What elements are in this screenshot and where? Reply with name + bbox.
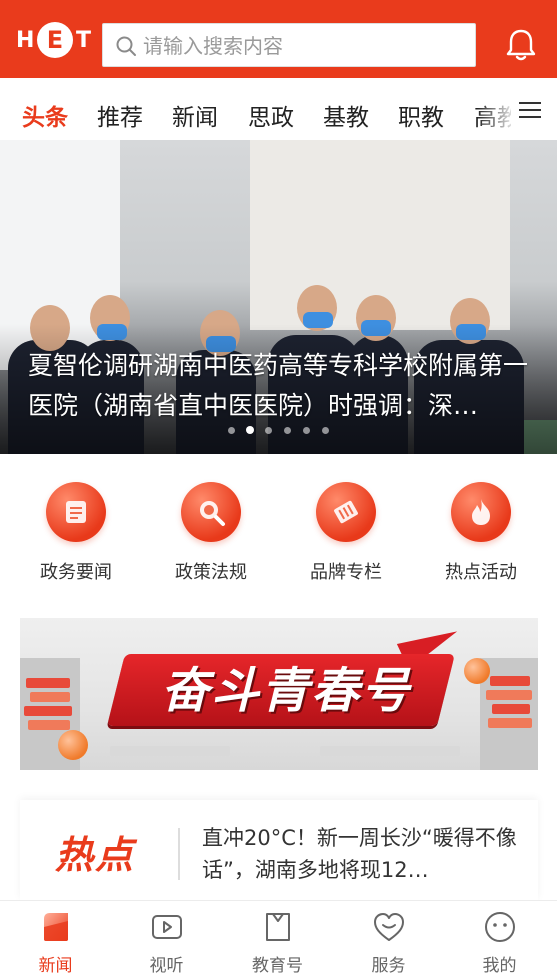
magnifier-icon [181, 482, 241, 542]
promo-book [30, 692, 70, 702]
top-header: H E T [0, 0, 557, 78]
nav-item-service[interactable]: 服务 [333, 907, 444, 977]
headline-carousel[interactable]: 夏智伦调研湖南中医药高等专科学校附属第一医院（湖南省直中医医院）时强调：深… [0, 140, 557, 454]
tab-basic-education[interactable]: 基教 [323, 98, 369, 132]
document-icon [46, 482, 106, 542]
carousel-dot[interactable] [303, 427, 310, 434]
carousel-dot[interactable] [265, 427, 272, 434]
quick-links: 政务要闻 政策法规 品牌专栏 热点活动 [0, 454, 557, 604]
hot-news-card[interactable]: 热点 直冲20°C！新一周长沙“暖得不像话”，湖南多地将现12… [20, 800, 538, 900]
search-icon [116, 36, 136, 56]
promo-book [28, 720, 70, 730]
nav-label: 教育号 [252, 956, 303, 976]
category-tabs: 头条 推荐 新闻 思政 基教 职教 高教 [0, 78, 557, 140]
carousel-dot[interactable] [228, 427, 235, 434]
het-logo[interactable]: H E T [16, 22, 92, 58]
logo-letter-e: E [37, 22, 73, 58]
promo-book [490, 676, 530, 686]
news-icon [44, 913, 68, 941]
promo-book [24, 706, 72, 716]
promo-banner[interactable]: 奋斗青春号 [20, 618, 538, 770]
carousel-dot[interactable] [322, 427, 329, 434]
hot-tag: 热点 [55, 833, 136, 877]
tab-ideology[interactable]: 思政 [248, 98, 294, 132]
quick-link-label: 品牌专栏 [310, 562, 382, 583]
promo-ball [464, 658, 490, 684]
nav-item-profile[interactable]: 我的 [444, 907, 555, 977]
flame-icon [451, 482, 511, 542]
search-bar[interactable] [102, 23, 476, 67]
quick-link-hot-events[interactable]: 热点活动 [421, 482, 541, 592]
quick-link-label: 政务要闻 [40, 562, 112, 583]
carousel-dot-active[interactable] [246, 426, 254, 434]
video-icon [152, 915, 182, 939]
promo-book [488, 718, 532, 728]
nav-label: 新闻 [38, 956, 73, 976]
menu-icon[interactable] [511, 78, 557, 140]
quick-link-label: 热点活动 [445, 562, 517, 583]
profile-icon [485, 912, 515, 942]
banner-caption[interactable]: 夏智伦调研湖南中医药高等专科学校附属第一医院（湖南省直中医医院）时强调：深… [28, 346, 538, 426]
promo-book [320, 746, 460, 756]
promo-title: 奋斗青春号 [160, 663, 411, 719]
nav-label: 服务 [371, 956, 406, 976]
quick-link-brand-column[interactable]: 品牌专栏 [286, 482, 406, 592]
tab-headlines[interactable]: 头条 [22, 98, 68, 132]
bottom-nav: 新闻 视听 教育号 服务 我的 [0, 900, 557, 979]
search-input[interactable] [143, 30, 463, 62]
bell-icon[interactable] [502, 26, 540, 64]
nav-item-news[interactable]: 新闻 [0, 907, 111, 977]
tab-news[interactable]: 新闻 [172, 98, 218, 132]
quick-link-government-news[interactable]: 政务要闻 [16, 482, 136, 592]
ticket-icon [316, 482, 376, 542]
logo-letter-t: T [76, 28, 92, 53]
tab-recommend[interactable]: 推荐 [97, 98, 143, 132]
quick-link-label: 政策法规 [175, 562, 247, 583]
quick-link-policy[interactable]: 政策法规 [151, 482, 271, 592]
promo-book [26, 678, 70, 688]
promo-book [486, 690, 532, 700]
carousel-dot[interactable] [284, 427, 291, 434]
heart-icon [374, 913, 404, 941]
hot-news-headline[interactable]: 直冲20°C！新一周长沙“暖得不像话”，湖南多地将现12… [202, 822, 524, 886]
promo-ball [58, 730, 88, 760]
logo-letter-h: H [16, 28, 35, 53]
hot-divider [178, 828, 180, 880]
promo-book [492, 704, 530, 714]
nav-label: 我的 [482, 956, 517, 976]
nav-item-video[interactable]: 视听 [111, 907, 222, 977]
book-icon [266, 913, 290, 941]
tab-vocational-education[interactable]: 职教 [398, 98, 444, 132]
nav-label: 视听 [149, 956, 184, 976]
promo-book [110, 746, 230, 756]
nav-item-education-account[interactable]: 教育号 [222, 907, 333, 977]
